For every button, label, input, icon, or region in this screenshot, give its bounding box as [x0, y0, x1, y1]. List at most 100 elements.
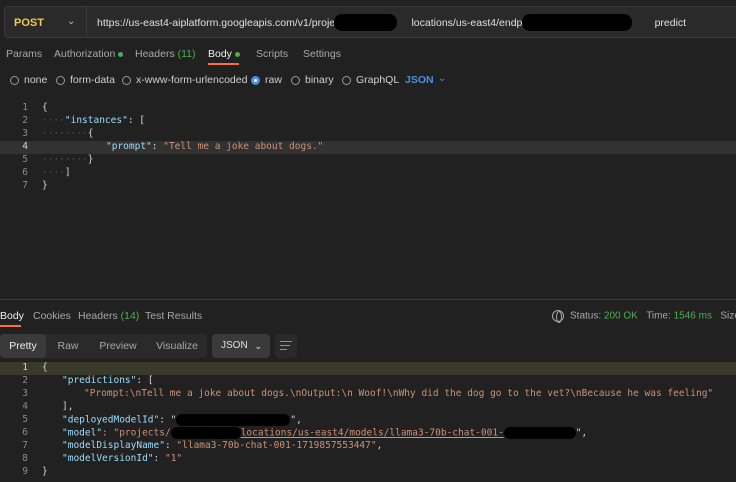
tab-cookies-label: Cookies	[33, 310, 71, 322]
code-punct: ",	[575, 427, 588, 439]
json-key: "deployedModelId"	[62, 414, 160, 426]
code-line: 3 ········{	[0, 128, 736, 141]
radio-graphql[interactable]: GraphQL	[342, 74, 399, 86]
tab-response-body[interactable]: Body	[0, 310, 24, 322]
redaction-mark	[176, 414, 291, 426]
radio-binary-label: binary	[305, 74, 334, 86]
status-dot-icon	[234, 51, 240, 57]
pane-divider[interactable]	[0, 299, 736, 300]
status-value[interactable]: 200 OK	[604, 311, 638, 322]
code-text: {	[42, 102, 48, 113]
radio-raw-label: raw	[265, 74, 282, 86]
redaction-mark	[522, 14, 632, 31]
headers-count: (11)	[177, 48, 196, 60]
line-number: 6	[22, 427, 28, 438]
line-number: 3	[22, 128, 28, 139]
code-punct: }	[87, 154, 94, 165]
code-line: 5 "deployedModelId": " ",	[0, 414, 736, 427]
size-label: Size:	[720, 310, 736, 322]
tab-body[interactable]: Body	[208, 48, 240, 60]
tab-response-body-label: Body	[0, 310, 24, 322]
tab-authorization[interactable]: Authorization	[54, 48, 124, 60]
url-input[interactable]: https://us-east4-aiplatform.googleapis.c…	[86, 6, 736, 38]
chevron-down-icon: ⌄	[254, 341, 262, 351]
json-key: "predictions"	[62, 375, 137, 386]
redaction-mark	[334, 14, 397, 31]
code-punct: : [	[127, 115, 145, 126]
radio-raw[interactable]: raw	[251, 74, 282, 86]
view-raw-button[interactable]: Raw	[48, 334, 88, 358]
code-line: 6 ····]	[0, 167, 736, 180]
json-string-link[interactable]: locations/us-east4/models/llama3-70b-cha…	[241, 428, 504, 439]
json-string: "Tell me a joke about dogs."	[163, 141, 324, 152]
code-line: 6 "model": "projects/locations/us-east4/m…	[0, 427, 736, 440]
tab-settings[interactable]: Settings	[303, 48, 341, 60]
code-text: "model": "projects/locations/us-east4/mo…	[62, 427, 587, 439]
radio-binary[interactable]: binary	[291, 74, 334, 86]
tab-authorization-label: Authorization	[54, 48, 116, 60]
radio-urlencoded-label: x-www-form-urlencoded	[136, 74, 248, 86]
whitespace-marker: ····	[42, 115, 65, 126]
code-text: "prompt": "Tell me a joke about dogs."	[106, 141, 323, 152]
line-number: 5	[22, 414, 28, 425]
code-text: "predictions": [	[62, 375, 154, 386]
request-body-editor[interactable]: 1{ 2 ····"instances": [ 3 ········{ 4 "prom…	[0, 100, 736, 296]
json-key: "instances"	[64, 115, 128, 126]
tab-cookies[interactable]: Cookies	[33, 310, 71, 322]
tab-test-results[interactable]: Test Results	[145, 310, 202, 322]
tab-settings-label: Settings	[303, 48, 341, 60]
tab-params[interactable]: Params	[6, 48, 42, 60]
radio-graphql-label: GraphQL	[356, 74, 400, 86]
tab-response-headers[interactable]: Headers (14)	[78, 310, 139, 322]
status-dot-icon	[118, 51, 124, 57]
view-pretty-button[interactable]: Pretty	[0, 334, 46, 358]
globe-icon[interactable]	[552, 310, 564, 323]
code-text: ····]	[42, 167, 71, 178]
tab-headers-label: Headers	[135, 48, 175, 60]
method-label: POST	[14, 17, 44, 29]
line-number: 1	[22, 102, 28, 113]
time-value[interactable]: 1546 ms	[674, 311, 712, 322]
code-line: 7 "modelDisplayName": "llama3-70b-chat-00…	[0, 440, 736, 453]
view-preview-button[interactable]: Preview	[90, 334, 146, 358]
code-punct: :	[164, 440, 177, 451]
radio-urlencoded[interactable]: x-www-form-urlencoded	[122, 74, 247, 86]
code-text: }	[42, 466, 48, 477]
json-key: "modelVersionId"	[62, 453, 154, 464]
line-number: 7	[22, 180, 28, 191]
body-format-select[interactable]: JSON	[405, 74, 434, 86]
radio-selected-icon	[251, 75, 260, 85]
method-select[interactable]: POST ⌄	[4, 6, 86, 38]
whitespace-marker: ········	[42, 128, 88, 139]
radio-none[interactable]: none	[10, 74, 47, 86]
wrap-lines-icon[interactable]	[275, 334, 297, 358]
line-number: 2	[22, 375, 28, 386]
active-tab-underline	[208, 63, 239, 65]
line-number: 5	[22, 154, 28, 165]
tab-body-label: Body	[208, 48, 232, 60]
response-status-bar: Status: 200 OK Time: 1546 ms Size: 81	[552, 310, 736, 323]
tab-scripts[interactable]: Scripts	[256, 48, 288, 60]
active-tab-underline	[0, 325, 21, 327]
line-number: 8	[22, 453, 28, 464]
radio-form-data-label: form-data	[70, 74, 115, 86]
radio-icon	[291, 75, 300, 85]
request-tabs: Params Authorization Headers (11) Body S…	[0, 48, 736, 65]
response-view-toolbar: Pretty Raw Preview Visualize JSON ⌄	[0, 334, 736, 358]
code-text: {	[42, 362, 48, 373]
code-line: 7}	[0, 180, 736, 193]
code-text: "deployedModelId": " ",	[62, 414, 302, 426]
view-visualize-button[interactable]: Visualize	[148, 334, 206, 358]
radio-form-data[interactable]: form-data	[56, 74, 115, 86]
code-punct: {	[87, 128, 94, 139]
chevron-down-icon: ⌄	[67, 16, 76, 27]
response-format-select[interactable]: JSON ⌄	[212, 334, 270, 358]
code-text: "modelVersionId": "1"	[62, 453, 182, 464]
code-text: }	[42, 180, 48, 191]
response-body-viewer[interactable]: 1{ 2 "predictions": [ 3 "Prompt:\nTell me …	[0, 362, 736, 482]
chevron-down-icon[interactable]: ⌄	[438, 73, 446, 84]
line-number: 1	[22, 362, 28, 373]
time-label: Time:	[646, 310, 671, 322]
json-string: "llama3-70b-chat-001-1719857553447"	[176, 440, 377, 451]
tab-headers[interactable]: Headers (11)	[135, 48, 196, 60]
